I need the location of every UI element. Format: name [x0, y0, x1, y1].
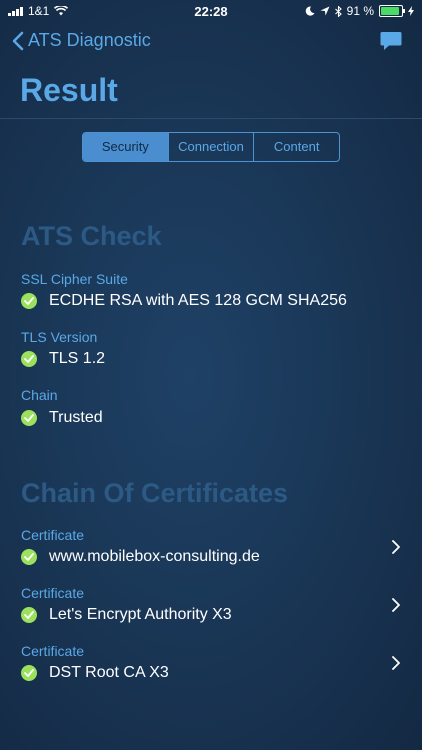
- check-icon: [21, 351, 37, 367]
- certificate-value-row: DST Root CA X3: [21, 664, 169, 682]
- tab-security[interactable]: Security: [83, 133, 169, 161]
- page-title: Result: [20, 72, 118, 108]
- certificate-value: Let's Encrypt Authority X3: [49, 606, 232, 623]
- chain-of-certificates-heading: Chain Of Certificates: [21, 478, 289, 508]
- ats-check-heading: ATS Check: [21, 221, 162, 251]
- check-icon: [21, 665, 37, 681]
- back-button[interactable]: ATS Diagnostic: [12, 30, 151, 51]
- cipher-suite-label: SSL Cipher Suite: [21, 271, 128, 287]
- chevron-right-icon: [392, 598, 400, 612]
- tab-content[interactable]: Content: [254, 133, 339, 161]
- moon-icon: [305, 6, 315, 16]
- certificate-value: DST Root CA X3: [49, 664, 169, 681]
- certificate-row[interactable]: Certificate www.mobilebox-consulting.de: [0, 522, 422, 572]
- check-icon: [21, 293, 37, 309]
- certificate-label: Certificate: [21, 643, 85, 659]
- chevron-right-icon: [392, 656, 400, 670]
- bluetooth-icon: [334, 5, 342, 17]
- result-tabs: Security Connection Content: [82, 132, 340, 162]
- status-bar: 1&1 22:28 91 %: [0, 0, 422, 22]
- battery-percent: 91 %: [346, 4, 374, 18]
- battery-icon: [379, 5, 405, 17]
- chain-row: Trusted: [21, 409, 103, 427]
- certificate-row[interactable]: Certificate Let's Encrypt Authority X3: [0, 580, 422, 630]
- certificate-label: Certificate: [21, 585, 85, 601]
- chain-label: Chain: [21, 387, 58, 403]
- cipher-suite-row: ECDHE RSA with AES 128 GCM SHA256: [21, 292, 347, 310]
- chevron-right-icon: [392, 540, 400, 554]
- certificate-value: www.mobilebox-consulting.de: [49, 548, 260, 565]
- tab-connection[interactable]: Connection: [169, 133, 255, 161]
- charging-icon: [408, 6, 414, 16]
- certificate-value-row: www.mobilebox-consulting.de: [21, 548, 260, 566]
- check-icon: [21, 549, 37, 565]
- back-label: ATS Diagnostic: [28, 30, 151, 50]
- feedback-button[interactable]: [380, 31, 402, 56]
- chain-value: Trusted: [49, 409, 103, 426]
- header-divider: [0, 118, 422, 119]
- location-icon: [320, 6, 330, 16]
- check-icon: [21, 607, 37, 623]
- tls-version-label: TLS Version: [21, 329, 98, 345]
- tls-version-row: TLS 1.2: [21, 350, 105, 368]
- status-right: 91 %: [305, 4, 414, 18]
- check-icon: [21, 410, 37, 426]
- certificate-value-row: Let's Encrypt Authority X3: [21, 606, 232, 624]
- navigation-bar: ATS Diagnostic: [0, 28, 422, 60]
- tls-version-value: TLS 1.2: [49, 350, 106, 367]
- chevron-left-icon: [12, 31, 24, 50]
- cipher-suite-value: ECDHE RSA with AES 128 GCM SHA256: [49, 292, 347, 309]
- chat-bubble-icon: [380, 32, 402, 50]
- certificate-label: Certificate: [21, 527, 85, 543]
- certificate-row[interactable]: Certificate DST Root CA X3: [0, 638, 422, 688]
